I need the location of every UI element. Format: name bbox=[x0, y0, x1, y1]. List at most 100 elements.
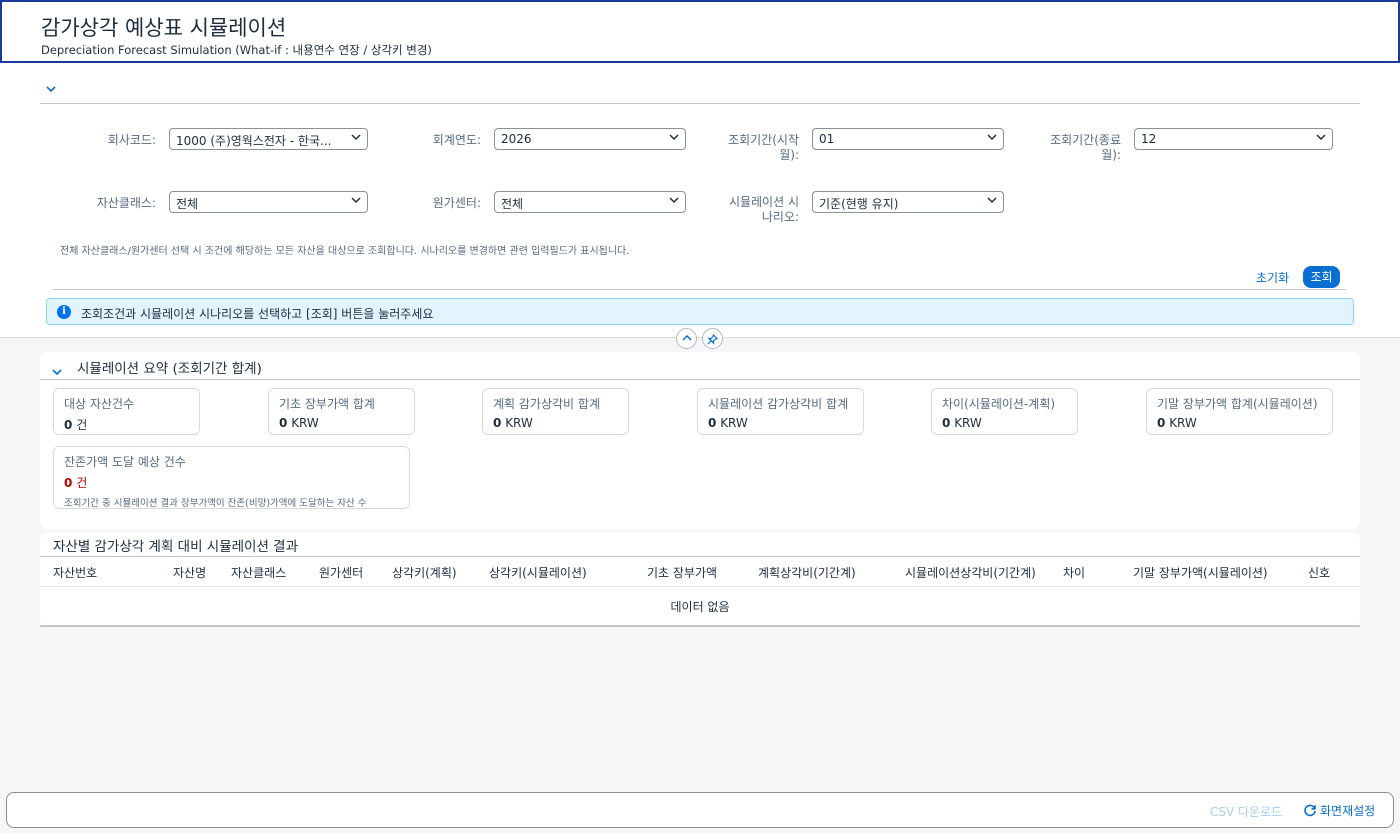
kpi-value: 0 bbox=[942, 416, 951, 430]
divider bbox=[53, 289, 1346, 290]
reset-view-label: 화면재설정 bbox=[1320, 804, 1376, 818]
divider bbox=[40, 625, 1360, 627]
divider bbox=[40, 103, 1360, 104]
fiscal-year-label: 회계연도: bbox=[432, 133, 481, 147]
footer-toolbar: CSV 다운로드 화면재설정 bbox=[6, 792, 1394, 828]
kpi-unit: 건 bbox=[76, 418, 88, 432]
chevron-down-icon bbox=[1316, 132, 1326, 141]
period-from-label: 조회기간(시작 월): bbox=[728, 133, 799, 162]
column-header[interactable]: 차이 bbox=[1063, 564, 1085, 581]
company-code-label: 회사코드: bbox=[107, 133, 156, 147]
scenario-value: 기준(현행 유지) bbox=[819, 197, 899, 211]
kpi-card: 계획 감가상각비 합계 0 KRW bbox=[482, 388, 629, 435]
column-header[interactable]: 자산번호 bbox=[53, 564, 97, 581]
column-header[interactable]: 계획상각비(기간계) bbox=[758, 564, 856, 581]
kpi-value: 0 bbox=[279, 416, 288, 430]
kpi-label: 대상 자산건수 bbox=[64, 397, 135, 411]
kpi-label: 기초 장부가액 합계 bbox=[279, 397, 375, 411]
fiscal-year-select[interactable]: 2026 bbox=[494, 128, 686, 150]
column-header[interactable]: 상각키(계획) bbox=[392, 564, 457, 581]
page-title: 감가상각 예상표 시뮬레이션 bbox=[41, 16, 287, 40]
chevron-down-icon bbox=[987, 195, 997, 204]
kpi-value: 0 bbox=[64, 476, 73, 490]
pin-icon bbox=[707, 334, 718, 345]
pin-header-button[interactable] bbox=[702, 328, 723, 349]
residual-kpi-card: 잔존가액 도달 예상 건수 0 건 조회기간 중 시뮬레이션 결과 장부가액이 … bbox=[53, 446, 410, 509]
message-strip-text: 조회조건과 시뮬레이션 시나리오를 선택하고 [조회] 버튼을 눌러주세요 bbox=[81, 307, 434, 321]
go-button[interactable]: 조회 bbox=[1303, 266, 1340, 288]
summary-title: 시뮬레이션 요약 (조회기간 합계) bbox=[77, 361, 262, 377]
collapse-header-button[interactable] bbox=[676, 328, 697, 349]
kpi-card: 대상 자산건수 0 건 bbox=[53, 388, 200, 435]
kpi-label: 계획 감가상각비 합계 bbox=[493, 397, 600, 411]
results-table: 자산별 감가상각 계획 대비 시뮬레이션 결과 자산번호 자산명 자산클래스 원… bbox=[40, 532, 1360, 627]
period-to-value: 12 bbox=[1141, 132, 1157, 146]
column-header[interactable]: 원가센터 bbox=[319, 564, 363, 581]
kpi-unit: KRW bbox=[954, 416, 982, 430]
kpi-label: 잔존가액 도달 예상 건수 bbox=[64, 455, 186, 469]
period-from-value: 01 bbox=[819, 132, 835, 146]
kpi-unit: KRW bbox=[720, 416, 748, 430]
asset-class-select[interactable]: 전체 bbox=[169, 191, 368, 213]
kpi-value: 0 bbox=[64, 418, 73, 432]
chevron-down-icon bbox=[669, 132, 679, 141]
page-header: 감가상각 예상표 시뮬레이션 Depreciation Forecast Sim… bbox=[0, 0, 1400, 63]
kpi-card: 기말 장부가액 합계(시뮬레이션) 0 KRW bbox=[1146, 388, 1333, 435]
column-header[interactable]: 자산명 bbox=[173, 564, 206, 581]
column-header[interactable]: 기말 장부가액(시뮬레이션) bbox=[1133, 564, 1268, 581]
chevron-down-icon bbox=[46, 86, 56, 93]
kpi-unit: KRW bbox=[1169, 416, 1197, 430]
kpi-value: 0 bbox=[493, 416, 502, 430]
column-header[interactable]: 신호 bbox=[1308, 564, 1330, 581]
reset-filters-button[interactable]: 초기화 bbox=[1250, 266, 1295, 288]
chevron-down-icon bbox=[351, 132, 361, 141]
filter-hint: 전체 자산클래스/원가센터 선택 시 조건에 해당하는 모든 자산을 대상으로 … bbox=[60, 246, 630, 257]
scenario-select[interactable]: 기준(현행 유지) bbox=[812, 191, 1004, 213]
summary-panel: 시뮬레이션 요약 (조회기간 합계) 대상 자산건수 0 건 기초 장부가액 합… bbox=[40, 352, 1360, 529]
kpi-unit: KRW bbox=[505, 416, 533, 430]
chevron-down-icon bbox=[351, 195, 361, 204]
message-strip: i 조회조건과 시뮬레이션 시나리오를 선택하고 [조회] 버튼을 눌러주세요 bbox=[46, 298, 1354, 325]
period-from-select[interactable]: 01 bbox=[812, 128, 1004, 150]
period-to-label: 조회기간(종료 월): bbox=[1050, 133, 1121, 162]
table-header-row: 자산번호 자산명 자산클래스 원가센터 상각키(계획) 상각키(시뮬레이션) 기… bbox=[40, 556, 1360, 587]
kpi-label: 기말 장부가액 합계(시뮬레이션) bbox=[1157, 397, 1318, 411]
column-header[interactable]: 기초 장부가액 bbox=[647, 564, 717, 581]
kpi-value: 0 bbox=[1157, 416, 1166, 430]
asset-class-label: 자산클래스: bbox=[96, 196, 156, 210]
kpi-card: 시뮬레이션 감가상각비 합계 0 KRW bbox=[697, 388, 864, 435]
filter-bar-toggle[interactable] bbox=[46, 82, 66, 98]
refresh-icon bbox=[1304, 804, 1316, 817]
company-code-select[interactable]: 1000 (주)영웍스전자 - 한국... bbox=[169, 128, 368, 150]
kpi-label: 차이(시뮬레이션-계획) bbox=[942, 397, 1056, 411]
period-to-select[interactable]: 12 bbox=[1134, 128, 1333, 150]
fiscal-year-value: 2026 bbox=[501, 132, 532, 146]
chevron-down-icon[interactable] bbox=[52, 361, 62, 380]
chevron-down-icon bbox=[669, 195, 679, 204]
cost-center-select[interactable]: 전체 bbox=[494, 191, 686, 213]
csv-download-button[interactable]: CSV 다운로드 bbox=[1210, 803, 1282, 820]
asset-class-value: 전체 bbox=[176, 197, 199, 211]
kpi-unit: 건 bbox=[76, 476, 88, 490]
kpi-unit: KRW bbox=[291, 416, 319, 430]
kpi-card: 기초 장부가액 합계 0 KRW bbox=[268, 388, 415, 435]
cost-center-label: 원가센터: bbox=[432, 196, 481, 210]
column-header[interactable]: 시뮬레이션상각비(기간계) bbox=[905, 564, 1036, 581]
no-data-text: 데이터 없음 bbox=[670, 600, 730, 614]
kpi-card: 차이(시뮬레이션-계획) 0 KRW bbox=[931, 388, 1078, 435]
table-title: 자산별 감가상각 계획 대비 시뮬레이션 결과 bbox=[53, 539, 299, 555]
chevron-up-icon bbox=[681, 334, 692, 341]
cost-center-value: 전체 bbox=[501, 197, 524, 211]
summary-panel-header[interactable]: 시뮬레이션 요약 (조회기간 합계) bbox=[40, 352, 1360, 380]
info-icon: i bbox=[57, 305, 71, 319]
chevron-down-icon bbox=[987, 132, 997, 141]
filter-bar: 회사코드: 1000 (주)영웍스전자 - 한국... 회계연도: 2026 조… bbox=[0, 63, 1400, 338]
column-header[interactable]: 상각키(시뮬레이션) bbox=[489, 564, 587, 581]
column-header[interactable]: 자산클래스 bbox=[231, 564, 286, 581]
kpi-label: 시뮬레이션 감가상각비 합계 bbox=[708, 397, 849, 411]
page-subtitle: Depreciation Forecast Simulation (What-i… bbox=[41, 43, 432, 57]
scenario-label: 시뮬레이션 시 나리오: bbox=[728, 195, 799, 224]
reset-view-button[interactable]: 화면재설정 bbox=[1303, 802, 1375, 819]
company-code-value: 1000 (주)영웍스전자 - 한국... bbox=[176, 134, 332, 148]
kpi-description: 조회기간 중 시뮬레이션 결과 장부가액이 잔존(비망)가액에 도달하는 자산 … bbox=[64, 498, 367, 509]
